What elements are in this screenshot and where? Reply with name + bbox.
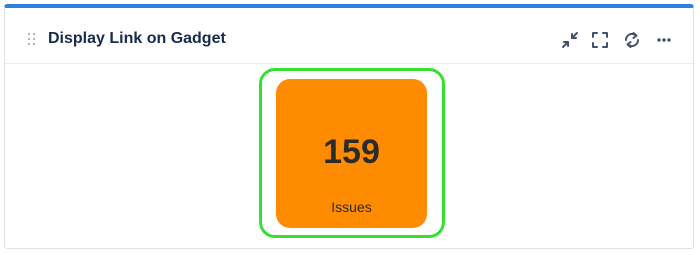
more-icon [657,38,671,42]
gadget-header: Display Link on Gadget [5,8,693,64]
gadget-panel: Display Link on Gadget 159 Issues [4,4,694,249]
refresh-button[interactable] [621,29,643,51]
issues-count-tile[interactable]: 159 Issues [276,79,427,228]
drag-handle-icon[interactable] [28,33,36,45]
fullscreen-icon [592,32,608,48]
gadget-title: Display Link on Gadget [48,30,226,47]
issues-label: Issues [331,199,372,215]
more-actions-button[interactable] [653,29,675,51]
refresh-icon [624,32,640,48]
fullscreen-button[interactable] [589,29,611,51]
gadget-content: 159 Issues [5,64,693,249]
minimize-button[interactable] [559,29,581,51]
issue-count: 159 [323,133,380,171]
minimize-icon [562,32,578,48]
